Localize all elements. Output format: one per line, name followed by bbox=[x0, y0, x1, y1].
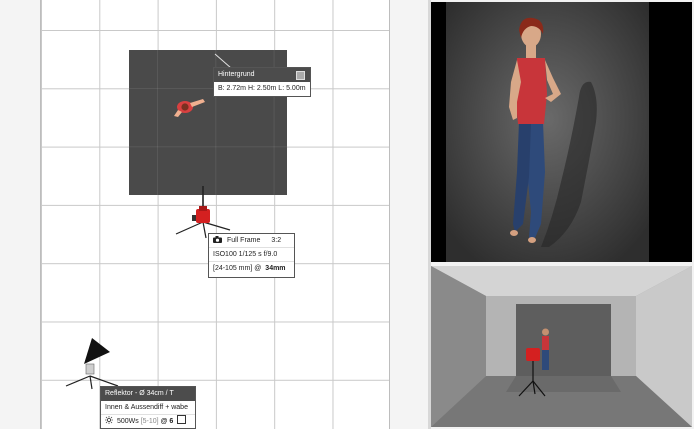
light-tooltip[interactable]: Reflektor - Ø 34cm / T 41cm Innen & Auss… bbox=[100, 386, 196, 429]
backdrop-dimensions: B: 2.72m H: 2.50m L: 5.00m bbox=[218, 85, 306, 92]
camera-icon bbox=[213, 235, 222, 248]
camera-tripod-icon[interactable] bbox=[172, 184, 232, 240]
camera-view-render bbox=[431, 2, 692, 262]
light-power-range: [5-10] bbox=[140, 418, 159, 425]
backdrop-tooltip[interactable]: Hintergrund B: 2.72m H: 2.50m L: 5.00m bbox=[213, 67, 311, 97]
light-power-row: 500Ws [5-10] @ 6 bbox=[101, 415, 195, 428]
studio-overview-render bbox=[431, 266, 692, 427]
camera-view-image bbox=[431, 2, 692, 262]
light-tooltip-title: Reflektor - Ø 34cm / T 41cm bbox=[101, 387, 195, 409]
sun-icon bbox=[105, 416, 113, 429]
model-topdown-icon[interactable] bbox=[170, 94, 210, 120]
camera-lens-row: [24-105 mm] @ 34mm bbox=[209, 262, 294, 275]
backdrop-tooltip-header: Hintergrund bbox=[214, 68, 310, 82]
studio-overview-image bbox=[431, 266, 692, 427]
light-power: 500Ws bbox=[116, 418, 139, 425]
camera-name: Full Frame bbox=[226, 237, 261, 244]
strobe-light-icon[interactable] bbox=[62, 334, 122, 390]
floor-plan[interactable]: Hintergrund B: 2.72m H: 2.50m L: 5.00m F… bbox=[0, 0, 428, 429]
camera-ratio: 3:2 bbox=[271, 237, 282, 244]
checkbox-icon[interactable] bbox=[177, 415, 187, 424]
camera-exposure: ISO100 1/125 s f/9.0 bbox=[209, 248, 294, 262]
camera-tooltip[interactable]: Full Frame 3:2 ISO100 1/125 s f/9.0 [24-… bbox=[208, 233, 295, 278]
light-modifier: Innen & Aussendiff + wabe bbox=[101, 401, 195, 415]
camera-lens-range: [24-105 mm] @ bbox=[213, 265, 262, 272]
camera-focal-length[interactable]: 34mm bbox=[265, 265, 285, 272]
checkbox-icon[interactable] bbox=[296, 71, 305, 80]
light-setting[interactable]: @ 6 bbox=[161, 418, 174, 425]
backdrop-tooltip-title: Hintergrund bbox=[218, 71, 255, 78]
camera-model-row: Full Frame 3:2 bbox=[209, 234, 294, 248]
